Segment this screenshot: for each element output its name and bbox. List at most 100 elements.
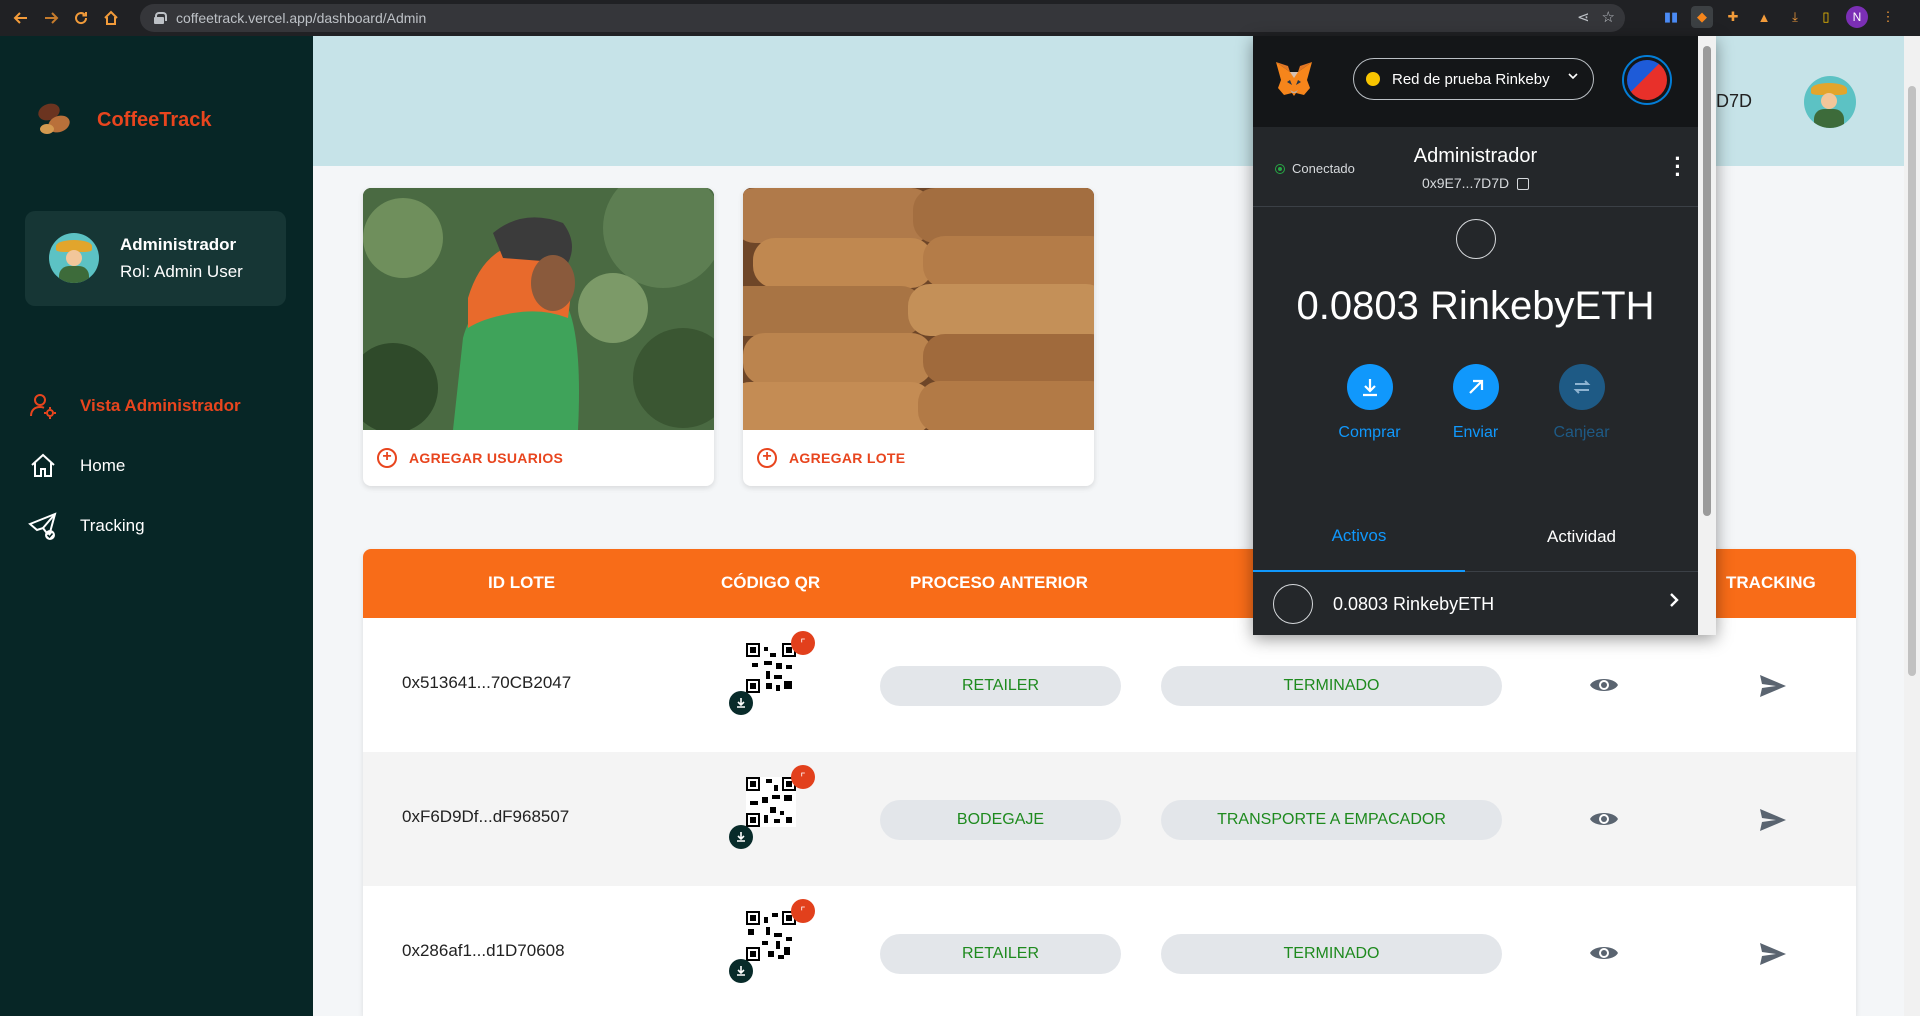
tab-activos[interactable]: Activos xyxy=(1253,502,1465,572)
account-name: Administrador xyxy=(1413,145,1538,167)
add-users-action[interactable]: + AGREGAR USUARIOS xyxy=(363,430,714,486)
profile-avatar[interactable]: N xyxy=(1846,6,1868,28)
send-button[interactable]: Enviar xyxy=(1446,364,1506,442)
home-icon[interactable] xyxy=(96,3,126,33)
expand-qr-icon[interactable]: ⌜ xyxy=(791,765,815,789)
status-badge: TRANSPORTE A EMPACADOR xyxy=(1161,800,1502,840)
network-label: Red de prueba Rinkeby xyxy=(1392,70,1550,88)
qr-code-image[interactable] xyxy=(746,911,796,961)
tab-actividad[interactable]: Actividad xyxy=(1465,502,1698,572)
eye-icon[interactable] xyxy=(1589,808,1619,830)
previous-process-badge: RETAILER xyxy=(880,666,1121,706)
coffee-bags-photo xyxy=(743,188,1094,430)
avatar xyxy=(49,233,99,283)
reload-icon[interactable] xyxy=(66,3,96,33)
account-address[interactable]: 0x9E7...7D7D xyxy=(1253,175,1698,191)
lot-id: 0x513641...70CB2047 xyxy=(402,673,572,692)
add-users-card[interactable]: + AGREGAR USUARIOS xyxy=(363,188,714,486)
user-card: Administrador Rol: Admin User xyxy=(25,211,286,306)
send-icon[interactable] xyxy=(1758,807,1788,833)
add-lot-label: AGREGAR LOTE xyxy=(789,450,906,466)
popup-scrollbar-thumb[interactable] xyxy=(1703,46,1711,516)
header-avatar[interactable] xyxy=(1804,76,1856,128)
table-row: 0xF6D9Df...dF968507 ⌜ BODEGAJE TRANSPORT… xyxy=(363,752,1856,886)
column-header-tracking: TRACKING xyxy=(1726,573,1816,592)
add-circle-icon: + xyxy=(377,448,397,468)
add-lot-card[interactable]: + AGREGAR LOTE xyxy=(743,188,1094,486)
sidebar-item-home[interactable]: Home xyxy=(28,436,241,496)
download-icon[interactable]: ⤓ xyxy=(1784,6,1806,28)
status-badge: TERMINADO xyxy=(1161,934,1502,974)
qr-code-image[interactable] xyxy=(746,777,796,827)
user-name: Administrador xyxy=(120,235,237,254)
asset-label: 0.0803 RinkebyETH xyxy=(1333,593,1495,614)
metamask-extension-icon[interactable]: ◆ xyxy=(1691,6,1713,28)
previous-process-badge: BODEGAJE xyxy=(880,800,1121,840)
asset-row[interactable]: 0.0803 RinkebyETH xyxy=(1253,573,1698,635)
wallet-tabs: Activos Actividad xyxy=(1253,502,1698,572)
download-qr-icon[interactable] xyxy=(729,691,753,715)
sidebar-item-vista-administrador[interactable]: Vista Administrador xyxy=(28,376,241,436)
swap-label: Canjear xyxy=(1553,424,1610,441)
lot-id: 0xF6D9Df...dF968507 xyxy=(402,807,570,826)
network-status-dot xyxy=(1366,72,1380,86)
send-icon[interactable] xyxy=(1758,673,1788,699)
url-text: coffeetrack.vercel.app/dashboard/Admin xyxy=(176,10,427,26)
flask-icon[interactable]: ▲ xyxy=(1753,6,1775,28)
lock-icon xyxy=(154,12,167,24)
user-gear-icon xyxy=(28,391,58,421)
swap-button[interactable]: Canjear xyxy=(1552,364,1612,442)
table-row: 0x513641...70CB2047 ⌜ RETAILER TERMINADO xyxy=(363,618,1856,752)
download-qr-icon[interactable] xyxy=(729,825,753,849)
send-label: Enviar xyxy=(1452,424,1499,441)
puzzle-icon[interactable]: ✚ xyxy=(1722,6,1744,28)
qr-code-image[interactable] xyxy=(746,643,796,693)
extension-bars-icon[interactable]: ▮▮ xyxy=(1660,6,1682,28)
balance: 0.0803 RinkebyETH xyxy=(1296,284,1655,328)
page-scrollbar[interactable] xyxy=(1904,36,1920,1016)
buy-label: Comprar xyxy=(1338,424,1401,441)
farmer-photo xyxy=(363,188,714,430)
kebab-menu-icon[interactable]: ⋮ xyxy=(1877,6,1899,28)
asset-token-icon xyxy=(1273,584,1313,624)
metamask-fox-icon[interactable] xyxy=(1273,58,1315,100)
swap-icon xyxy=(1558,364,1605,410)
add-lot-action[interactable]: + AGREGAR LOTE xyxy=(743,430,1094,486)
paper-plane-icon xyxy=(28,511,58,541)
address-bar[interactable]: coffeetrack.vercel.app/dashboard/Admin ⋖… xyxy=(140,4,1625,32)
expand-qr-icon[interactable]: ⌜ xyxy=(791,631,815,655)
sidebar-item-label: Home xyxy=(80,456,126,475)
network-selector[interactable]: Red de prueba Rinkeby xyxy=(1353,58,1594,100)
eye-icon[interactable] xyxy=(1589,674,1619,696)
expand-qr-icon[interactable]: ⌜ xyxy=(791,899,815,923)
brand[interactable]: CoffeeTrack xyxy=(35,100,212,140)
forward-arrow-icon[interactable] xyxy=(36,3,66,33)
sidepanel-icon[interactable]: ▯ xyxy=(1815,6,1837,28)
coffee-beans-logo-icon xyxy=(35,100,76,140)
account-identicon[interactable] xyxy=(1622,55,1672,105)
popup-scrollbar[interactable] xyxy=(1698,36,1716,635)
page-scrollbar-thumb[interactable] xyxy=(1908,86,1916,676)
account-options-icon[interactable]: · · · xyxy=(1673,148,1683,186)
copy-icon[interactable] xyxy=(1517,178,1530,191)
buy-button[interactable]: Comprar xyxy=(1338,364,1401,442)
sidebar-item-label: Vista Administrador xyxy=(80,396,241,415)
column-header-id: ID LOTE xyxy=(488,573,556,592)
chevron-down-icon xyxy=(1567,69,1579,85)
header-wallet-address: D7D xyxy=(1716,91,1753,111)
back-arrow-icon[interactable] xyxy=(6,3,36,33)
browser-toolbar: coffeetrack.vercel.app/dashboard/Admin ⋖… xyxy=(0,0,1920,36)
download-qr-icon[interactable] xyxy=(729,959,753,983)
wallet-actions: Comprar Enviar Canjear xyxy=(1253,364,1698,442)
account-section: Conectado Administrador 0x9E7...7D7D · · · xyxy=(1253,127,1716,207)
column-header-previous-process: PROCESO ANTERIOR xyxy=(910,573,1088,592)
share-icon[interactable]: ⋖ xyxy=(1577,8,1590,26)
account-address-text: 0x9E7...7D7D xyxy=(1421,175,1510,191)
send-icon[interactable] xyxy=(1758,941,1788,967)
download-icon xyxy=(1346,364,1393,410)
star-icon[interactable]: ☆ xyxy=(1602,8,1615,26)
eye-icon[interactable] xyxy=(1589,942,1619,964)
previous-process-badge: RETAILER xyxy=(880,934,1121,974)
sidebar-menu: Vista Administrador Home Tracking xyxy=(28,376,241,556)
sidebar-item-tracking[interactable]: Tracking xyxy=(28,496,241,556)
